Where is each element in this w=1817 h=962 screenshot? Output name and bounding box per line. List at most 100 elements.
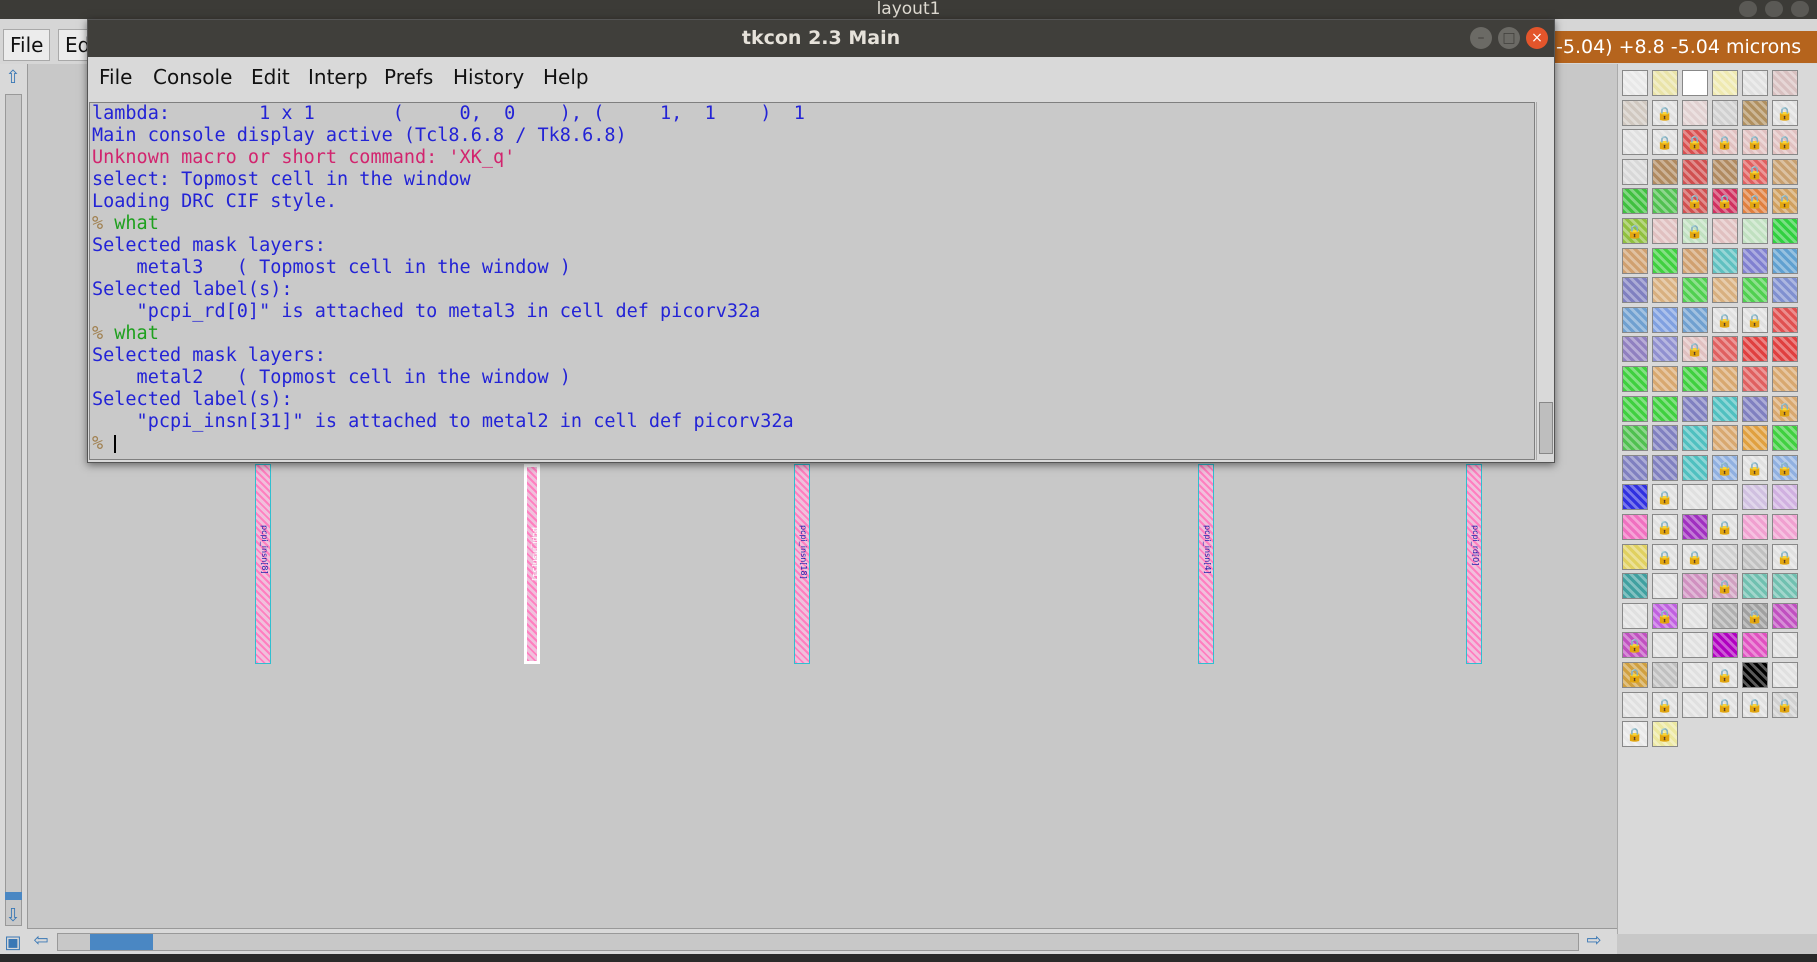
maximize-icon[interactable] <box>1765 1 1783 17</box>
close-icon[interactable]: × <box>1526 27 1548 49</box>
layer-swatch[interactable] <box>1622 366 1648 392</box>
layer-swatch[interactable] <box>1742 484 1768 511</box>
layer-swatch[interactable] <box>1682 425 1708 452</box>
layer-swatch[interactable] <box>1652 336 1678 363</box>
minimize-icon[interactable] <box>1739 1 1757 17</box>
tkcon-console-text[interactable]: lambda: 1 x 1 ( 0, 0 ), ( 1, 1 ) 1 Main … <box>89 102 1535 460</box>
layer-swatch-locked[interactable]: 🔒 <box>1742 158 1768 185</box>
layer-swatch[interactable] <box>1682 277 1708 304</box>
layer-swatch[interactable] <box>1652 425 1678 452</box>
layer-swatch[interactable] <box>1652 158 1678 185</box>
layer-swatch[interactable] <box>1652 662 1678 688</box>
layer-swatch[interactable] <box>1682 454 1708 481</box>
vertical-scroll-thumb[interactable] <box>5 892 22 900</box>
layer-swatch[interactable] <box>1622 395 1648 422</box>
scroll-left-icon[interactable]: ⇦ <box>31 931 51 951</box>
layer-swatch[interactable] <box>1772 425 1798 452</box>
layer-swatch-locked[interactable]: 🔒 <box>1742 602 1768 629</box>
layer-swatch-locked[interactable]: 🔒 <box>1772 99 1798 126</box>
zoom-box-icon[interactable]: ▣ <box>2 932 24 954</box>
layer-swatch[interactable] <box>1772 573 1798 600</box>
layer-swatch[interactable] <box>1742 425 1768 452</box>
layer-swatch-locked[interactable]: 🔒 <box>1682 129 1708 156</box>
tkcon-menu-file[interactable]: File <box>99 65 132 89</box>
horizontal-scroll-thumb[interactable] <box>90 934 153 950</box>
layer-swatch[interactable] <box>1682 602 1708 629</box>
layer-swatch-locked[interactable]: 🔒 <box>1772 188 1798 215</box>
layer-swatch[interactable] <box>1772 514 1798 540</box>
layer-swatch[interactable] <box>1682 99 1708 126</box>
layer-swatch-locked[interactable]: 🔒 <box>1742 691 1768 718</box>
layer-swatch-locked[interactable]: 🔒 <box>1652 99 1678 126</box>
scroll-right-icon[interactable]: ⇨ <box>1584 931 1604 951</box>
layer-swatch[interactable] <box>1772 632 1798 659</box>
layer-swatch[interactable] <box>1772 662 1798 688</box>
minimize-icon[interactable]: – <box>1470 27 1492 49</box>
layer-swatch[interactable] <box>1772 366 1798 392</box>
layer-swatch[interactable] <box>1622 602 1648 629</box>
horizontal-scroll-track[interactable] <box>57 933 1579 951</box>
layer-swatch[interactable] <box>1772 484 1798 511</box>
layer-swatch[interactable] <box>1682 573 1708 600</box>
close-icon[interactable] <box>1791 1 1809 17</box>
layer-swatch-locked[interactable]: 🔒 <box>1652 602 1678 629</box>
layer-swatch[interactable] <box>1712 158 1738 185</box>
tkcon-menu-history[interactable]: History <box>453 65 524 89</box>
layer-swatch[interactable] <box>1772 602 1798 629</box>
layer-swatch-locked[interactable]: 🔒 <box>1652 514 1678 540</box>
layer-swatch[interactable] <box>1742 662 1768 688</box>
layer-swatch[interactable] <box>1742 632 1768 659</box>
layer-swatch[interactable] <box>1652 247 1678 274</box>
layer-swatch-locked[interactable]: 🔒 <box>1772 395 1798 422</box>
layer-swatch[interactable] <box>1742 395 1768 422</box>
layer-swatch-locked[interactable]: 🔒 <box>1712 188 1738 215</box>
vertical-scrollbar[interactable]: ⇧ ⇩ <box>0 64 28 954</box>
tkcon-menu-console[interactable]: Console <box>153 65 232 89</box>
layer-swatch[interactable] <box>1712 336 1738 363</box>
layer-swatch[interactable] <box>1742 247 1768 274</box>
layer-swatch[interactable] <box>1712 99 1738 126</box>
layer-swatch[interactable] <box>1712 70 1738 96</box>
layer-swatch[interactable] <box>1712 395 1738 422</box>
layer-swatch[interactable] <box>1652 454 1678 481</box>
layer-swatch[interactable] <box>1712 543 1738 570</box>
layer-swatch-locked[interactable]: 🔒 <box>1712 573 1738 600</box>
pin-rect[interactable]: pcpi_insn[4] <box>1198 464 1214 664</box>
layer-swatch[interactable] <box>1682 306 1708 333</box>
layer-swatch-locked[interactable]: 🔒 <box>1682 336 1708 363</box>
pin-rect[interactable]: pcpi_insn[8] <box>255 464 271 664</box>
scroll-down-icon[interactable]: ⇩ <box>3 906 23 926</box>
vertical-scroll-track[interactable] <box>5 94 22 926</box>
layer-swatch[interactable] <box>1682 632 1708 659</box>
layer-swatch[interactable] <box>1712 366 1738 392</box>
layer-swatch[interactable] <box>1622 543 1648 570</box>
layer-swatch[interactable] <box>1742 336 1768 363</box>
tkcon-menu-help[interactable]: Help <box>543 65 589 89</box>
layer-swatch[interactable] <box>1622 454 1648 481</box>
layer-swatch[interactable] <box>1772 306 1798 333</box>
layer-swatch[interactable] <box>1712 277 1738 304</box>
layer-swatch[interactable] <box>1712 247 1738 274</box>
tkcon-scroll-thumb[interactable] <box>1539 402 1553 454</box>
layer-swatch-locked[interactable]: 🔒 <box>1742 188 1768 215</box>
layer-swatch[interactable] <box>1772 277 1798 304</box>
layer-swatch-locked[interactable]: 🔒 <box>1742 454 1768 481</box>
layer-swatch[interactable] <box>1742 218 1768 244</box>
tkcon-menu-interp[interactable]: Interp <box>308 65 368 89</box>
layer-swatch[interactable] <box>1622 336 1648 363</box>
layer-swatch[interactable] <box>1712 425 1738 452</box>
layer-swatch-locked[interactable]: 🔒 <box>1712 662 1738 688</box>
layer-swatch[interactable] <box>1622 514 1648 540</box>
layer-swatch[interactable] <box>1622 573 1648 600</box>
layer-swatch[interactable] <box>1622 484 1648 511</box>
layer-swatch[interactable] <box>1682 662 1708 688</box>
layer-swatch-locked[interactable]: 🔒 <box>1772 129 1798 156</box>
layer-swatch[interactable] <box>1622 188 1648 215</box>
pin-rect[interactable]: pcpi_rd[0] <box>1466 464 1482 664</box>
layer-swatch[interactable] <box>1652 573 1678 600</box>
layer-swatch-locked[interactable]: 🔒 <box>1682 188 1708 215</box>
layer-swatch[interactable] <box>1742 70 1768 96</box>
layer-swatch-locked[interactable]: 🔒 <box>1712 514 1738 540</box>
layer-swatch-locked[interactable]: 🔒 <box>1652 543 1678 570</box>
layer-swatch[interactable] <box>1742 277 1768 304</box>
